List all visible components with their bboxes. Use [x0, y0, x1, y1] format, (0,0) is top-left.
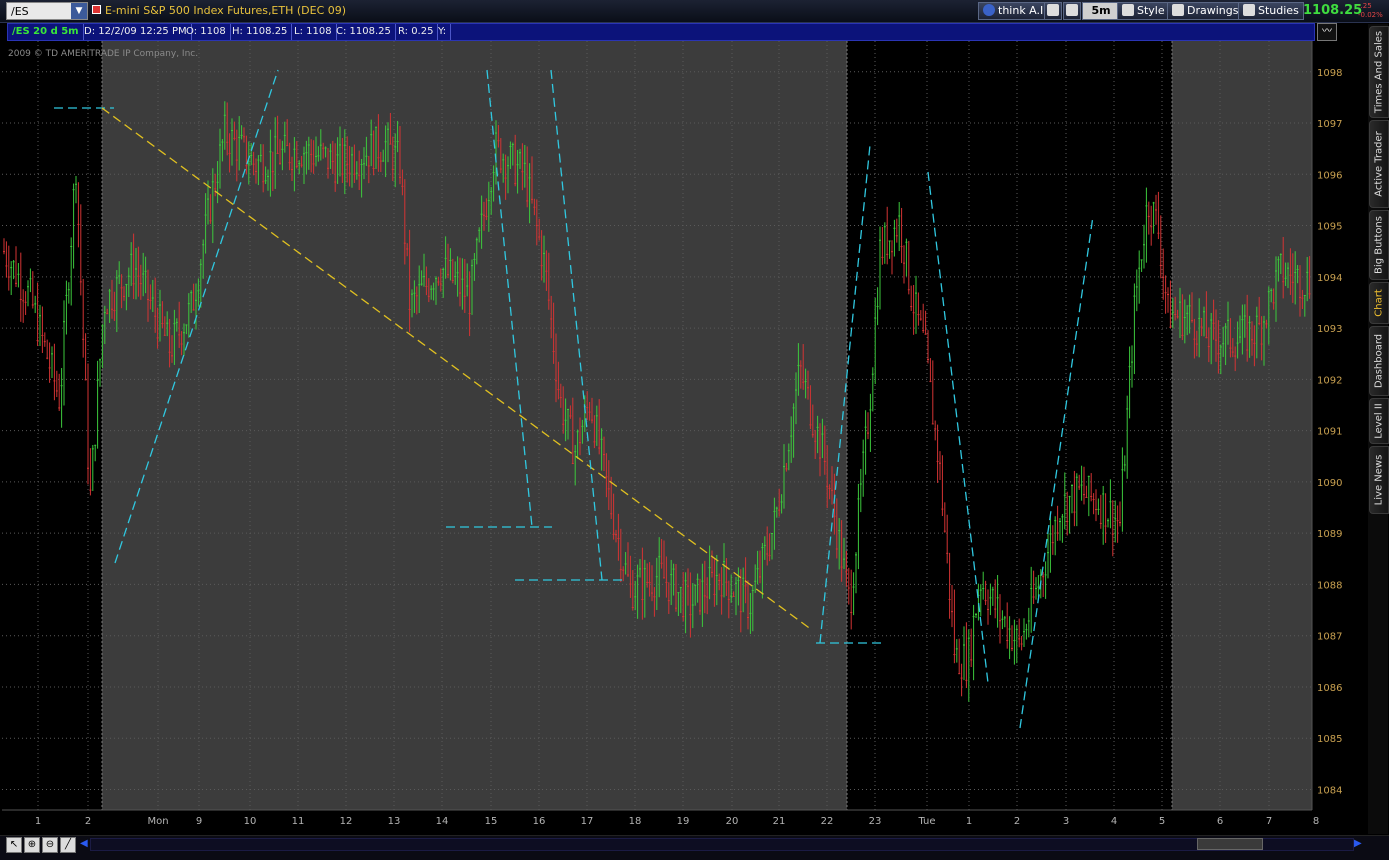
time-axis-label: 1 [966, 816, 972, 827]
time-axis-label: 19 [677, 816, 690, 827]
time-axis-label: 15 [485, 816, 498, 827]
time-axis-label: 6 [1217, 816, 1223, 827]
time-axis-label: 1 [35, 816, 41, 827]
copyright-text: 2009 © TD AMERITRADE IP Company, Inc. [8, 49, 198, 59]
price-axis-label: 1090 [1317, 478, 1342, 489]
price-axis-label: 1092 [1317, 375, 1342, 386]
price-axis-label: 1085 [1317, 734, 1342, 745]
price-chart[interactable]: 1098109710961095109410931092109110901089… [0, 0, 1389, 859]
time-axis-label: 20 [726, 816, 739, 827]
time-axis-label: 5 [1159, 816, 1165, 827]
cursor-icon[interactable]: ↖ [6, 837, 22, 853]
side-tab-label: Active Trader [1373, 131, 1385, 197]
price-axis-label: 1084 [1317, 785, 1342, 796]
time-axis-label: 17 [581, 816, 594, 827]
zoom-in-icon[interactable]: ⊕ [24, 837, 40, 853]
price-axis-label: 1087 [1317, 632, 1342, 643]
time-axis-label: 4 [1111, 816, 1117, 827]
price-axis-label: 1096 [1317, 170, 1342, 181]
time-axis-label: 23 [869, 816, 882, 827]
side-tab-label: Level II [1373, 403, 1385, 439]
time-axis-label: 13 [388, 816, 401, 827]
price-axis-label: 1088 [1317, 580, 1342, 591]
price-axis-label: 1094 [1317, 273, 1342, 284]
side-tab-times-and-sales[interactable]: Times And Sales [1369, 26, 1389, 118]
price-axis-label: 1089 [1317, 529, 1342, 540]
side-tab-dashboard[interactable]: Dashboard [1369, 326, 1389, 396]
side-tab-active-trader[interactable]: Active Trader [1369, 120, 1389, 208]
time-axis-label: 10 [244, 816, 257, 827]
side-tab-big-buttons[interactable]: Big Buttons [1369, 210, 1389, 280]
price-axis-label: 1098 [1317, 68, 1342, 79]
bottom-toolbar: ↖ ⊕ ⊖ ╱ ◀ ▶ [0, 835, 1389, 860]
side-tab-label: Chart [1373, 289, 1385, 317]
time-axis-label: 2 [85, 816, 91, 827]
price-axis-label: 1093 [1317, 324, 1342, 335]
time-axis-label: 12 [340, 816, 353, 827]
side-tab-label: Big Buttons [1373, 216, 1385, 274]
zoom-out-icon[interactable]: ⊖ [42, 837, 58, 853]
time-axis-label: 9 [196, 816, 202, 827]
price-axis-label: 1086 [1317, 683, 1342, 694]
scrollbar-thumb[interactable] [1197, 838, 1263, 850]
time-axis-label: 8 [1313, 816, 1319, 827]
time-axis-label: 22 [821, 816, 834, 827]
draw-line-icon[interactable]: ╱ [60, 837, 76, 853]
time-axis-label: 18 [629, 816, 642, 827]
side-tab-chart[interactable]: Chart [1369, 282, 1389, 324]
time-axis-label: 11 [292, 816, 305, 827]
price-axis-label: 1097 [1317, 119, 1342, 130]
side-tab-level-ii[interactable]: Level II [1369, 398, 1389, 444]
time-axis-label: 16 [533, 816, 546, 827]
regular-session-shade [102, 41, 847, 810]
time-axis-label: 21 [773, 816, 786, 827]
scroll-left-icon[interactable]: ◀ [80, 838, 88, 849]
time-axis-label: 2 [1014, 816, 1020, 827]
time-axis-label: 14 [436, 816, 449, 827]
price-axis-label: 1095 [1317, 222, 1342, 233]
price-axis-label: 1091 [1317, 427, 1342, 438]
regular-session-shade [1172, 41, 1312, 810]
side-tab-label: Live News [1373, 454, 1385, 506]
time-scrollbar[interactable] [90, 838, 1354, 851]
scroll-right-icon[interactable]: ▶ [1354, 838, 1362, 849]
time-axis-label: Tue [917, 816, 935, 827]
time-axis-label: 3 [1063, 816, 1069, 827]
time-axis-label: 7 [1266, 816, 1272, 827]
side-tab-live-news[interactable]: Live News [1369, 446, 1389, 514]
side-tab-label: Times And Sales [1373, 30, 1385, 114]
side-tab-label: Dashboard [1373, 333, 1385, 389]
time-axis-label: Mon [147, 816, 168, 827]
